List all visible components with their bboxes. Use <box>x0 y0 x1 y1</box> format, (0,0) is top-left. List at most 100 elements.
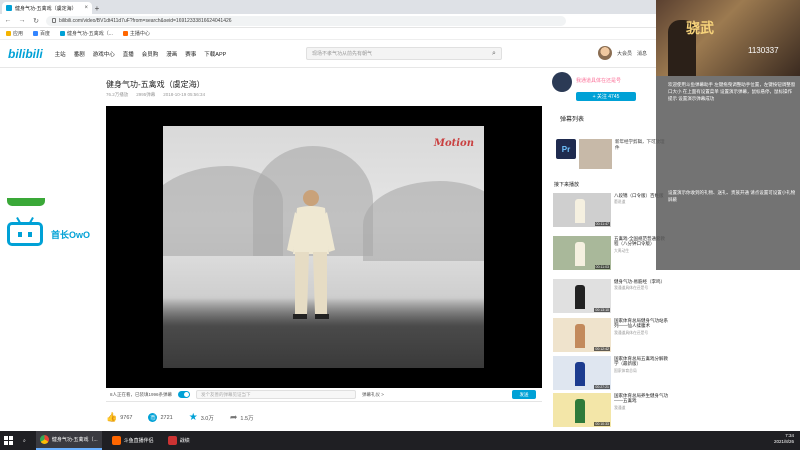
video-frame[interactable]: Motion <box>163 126 484 368</box>
danmaku-etiquette-link[interactable]: 弹幕礼仪 > <box>362 392 384 398</box>
danmaku-input[interactable]: 发个友善的弹幕见证当下 <box>196 390 357 399</box>
danmaku-helper-overlay[interactable]: 骁武 1130337 欢迎使用斗鱼弹幕助手 左键拖曳调整助手位置，左键按钮调整窗… <box>656 0 800 270</box>
uploader-info: 我通道具体在还是号 <box>552 72 621 92</box>
close-tab-icon[interactable]: × <box>84 5 88 11</box>
coin-icon: 币 <box>148 413 158 422</box>
video-meta: 76.2万播放 2995弹幕 2018-10-19 05:56:34 <box>106 92 205 98</box>
url-text: bilibili.com/video/BV1dt411d7uF?from=sea… <box>59 17 232 24</box>
video-player[interactable]: Motion <box>106 106 542 388</box>
video-title: 健身气功-五禽戏（虞定海） <box>106 80 205 89</box>
coin-count: 2721 <box>160 414 173 421</box>
follow-button[interactable]: + 关注 4745 <box>576 92 636 101</box>
like-count: 9767 <box>120 414 133 421</box>
back-icon[interactable]: ← <box>4 17 12 24</box>
bilibili-logo[interactable]: bilibili <box>8 47 43 61</box>
nav-games[interactable]: 游戏中心 <box>93 50 115 58</box>
apps-icon <box>6 31 11 36</box>
search-input[interactable]: 现场不孝气功从前先有朝气 <box>312 50 372 57</box>
overlay-number: 1130337 <box>748 46 779 55</box>
coin-button[interactable]: 币 2721 <box>148 413 173 422</box>
nav-esports[interactable]: 赛事 <box>185 50 196 58</box>
danmaku-list-heading[interactable]: 弹幕列表 <box>560 114 584 123</box>
bookmark-video[interactable]: 健身气功-五禽戏（... <box>60 30 113 37</box>
reco-author: 我通道具体在还是号 <box>614 330 649 335</box>
lock-icon <box>52 18 56 23</box>
performer-figure <box>575 242 585 266</box>
messages-link[interactable]: 消息 <box>637 50 647 57</box>
bilibili-tv-widget[interactable]: 首长OwO <box>7 222 90 246</box>
bilibili-icon <box>60 31 66 36</box>
tv-eye <box>28 232 32 237</box>
system-clock[interactable]: 7:34 2021/8/26 <box>774 433 794 446</box>
danmaku-placeholder: 发个友善的弹幕见证当下 <box>201 391 251 397</box>
bookmark-streamer[interactable]: 主播中心 <box>122 30 150 37</box>
vip-link[interactable]: 大会员 <box>617 50 632 57</box>
chrome-icon <box>39 435 49 444</box>
windows-start-icon[interactable] <box>4 436 13 445</box>
share-count: 1.5万 <box>240 415 254 422</box>
search-icon[interactable]: ⌕ <box>487 48 501 59</box>
browser-tab[interactable]: 健身气功-五禽戏（虞定海） × <box>2 2 92 14</box>
recommend-ad[interactable]: Pr 新年经学剪辑，下可放理件 <box>556 139 666 179</box>
reco-author: 我通道具体在还是号 <box>614 286 649 291</box>
uploader-avatar[interactable] <box>552 72 572 92</box>
tai-chi-performer <box>287 190 335 319</box>
side-widget-tab[interactable] <box>7 198 45 206</box>
douyu-icon <box>111 436 121 445</box>
reco-author: 国家体育总局 <box>614 368 637 373</box>
mountain-shape <box>363 181 484 261</box>
list-item[interactable]: 00:12:42 国家体育总局健身气功站系列——仙人揉腹术 我通道具体在还是号 <box>553 318 668 352</box>
game-icon <box>167 436 177 445</box>
list-item[interactable]: 00:10:33 国家体育总局养生健身气功——五禽戏 我通道 <box>553 393 668 427</box>
send-danmaku-button[interactable]: 发送 <box>512 390 536 399</box>
reco-thumbnail: 00:12:42 <box>553 318 611 352</box>
motion-watermark: Motion <box>433 138 474 149</box>
share-arrow-icon: ➦ <box>229 412 238 422</box>
reco-thumbnail: 00:10:33 <box>553 393 611 427</box>
performer-figure <box>575 399 585 423</box>
webcam-feed: 骁武 1130337 <box>656 0 800 76</box>
reco-title: 健身气功-易筋经（李鸣） <box>614 279 665 284</box>
taskbar-chrome[interactable]: 健身气功-五禽戏（... <box>35 431 102 450</box>
taskbar-game[interactable]: 战绩 <box>164 431 194 450</box>
nav-shop[interactable]: 会员购 <box>142 50 159 58</box>
favorite-count: 3.0万 <box>200 415 214 422</box>
nav-download-app[interactable]: 下载APP <box>204 50 226 58</box>
star-icon: ★ <box>188 412 198 423</box>
share-button[interactable]: ➦ 1.5万 <box>230 412 254 423</box>
reco-thumbnail: 00:27:21 <box>553 356 611 390</box>
nav-anime[interactable]: 番剧 <box>74 50 85 58</box>
forward-icon[interactable]: → <box>18 17 26 24</box>
user-avatar[interactable] <box>598 46 612 60</box>
new-tab-icon[interactable]: + <box>92 2 102 14</box>
browser-tab-title: 健身气功-五禽戏（虞定海） <box>15 5 77 12</box>
reload-icon[interactable]: ↻ <box>32 17 40 25</box>
overlay-brand: 骁武 <box>686 21 714 37</box>
danmaku-toggle[interactable] <box>178 391 191 398</box>
clock-date: 2021/8/26 <box>773 439 794 445</box>
reco-thumbnail: 00:11:47 <box>553 193 611 227</box>
list-item[interactable]: 00:11:03 五禽戏-全国规范普通套教程（八分钟口令版） 大禹动生 <box>553 236 668 270</box>
taskbar-search-icon[interactable]: ⌕ <box>19 431 30 450</box>
url-field[interactable]: bilibili.com/video/BV1dt411d7uF?from=sea… <box>46 15 566 26</box>
overlay-message: 欢迎使用斗鱼弹幕助手 左键拖曳调整助手位置，左键按钮调整窗口大小 在上面有设置菜… <box>668 82 796 101</box>
publish-date: 2018-10-19 05:56:34 <box>163 92 206 97</box>
list-item[interactable]: 00:13:10 健身气功-易筋经（李鸣） 我通道具体在还是号 <box>553 279 668 313</box>
search-box[interactable]: 现场不孝气功从前先有朝气 ⌕ <box>306 47 502 60</box>
widget-label: 首长OwO <box>51 229 91 240</box>
taskbar-douyu[interactable]: 斗鱼直播伴侣 <box>108 431 158 450</box>
favorite-button[interactable]: ★ 3.0万 <box>189 412 214 423</box>
nav-main[interactable]: 主站 <box>55 50 66 58</box>
nav-comics[interactable]: 漫画 <box>166 50 177 58</box>
performer-figure <box>575 362 585 386</box>
list-item[interactable]: 00:27:21 国家体育总局五禽戏分解教学（最新版） 国家体育总局 <box>553 356 668 390</box>
tv-icon <box>7 222 43 246</box>
list-item[interactable]: 00:11:47 八段锦（口令版）百姓版 蕙说道 <box>553 193 668 227</box>
bookmark-baidu[interactable]: 百度 <box>33 30 50 37</box>
online-viewers: 8人正在看，已装填1996条弹幕 <box>110 391 173 397</box>
reco-title: 国家体育总局五禽戏分解教学（最新版） <box>614 356 668 367</box>
bookmark-apps[interactable]: 应用 <box>6 30 23 37</box>
nav-live[interactable]: 直播 <box>123 50 134 58</box>
uploader-name[interactable]: 我通道具体在还是号 <box>576 77 621 92</box>
like-button[interactable]: 👍 9767 <box>106 412 132 423</box>
